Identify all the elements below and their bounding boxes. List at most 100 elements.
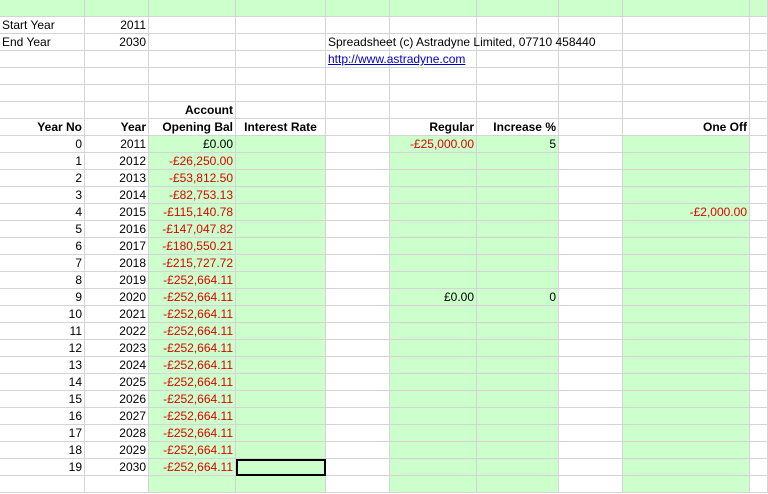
grid-cell[interactable] [0,0,85,17]
grid-cell[interactable] [326,340,390,357]
opening-balance-cell[interactable]: -£180,550.21 [149,238,236,255]
grid-cell[interactable] [236,204,326,221]
grid-cell[interactable] [326,136,390,153]
grid-cell[interactable] [623,0,750,17]
year-cell[interactable]: 2017 [85,238,149,255]
grid-cell[interactable] [477,272,559,289]
grid-cell[interactable] [750,255,768,272]
header-regular[interactable]: Regular [390,119,477,136]
end-year-value[interactable]: 2030 [85,34,149,51]
regular-cell[interactable] [390,187,477,204]
grid-cell[interactable] [236,102,326,119]
grid-cell[interactable] [149,34,236,51]
grid-cell[interactable] [236,323,326,340]
header-interest-rate[interactable]: Interest Rate [236,119,326,136]
grid-cell[interactable] [559,221,623,238]
copyright-text[interactable]: Spreadsheet (c) Astradyne Limited, 07710… [326,34,626,51]
grid-cell[interactable] [326,17,390,34]
grid-cell[interactable] [623,34,750,51]
grid-cell[interactable] [236,34,326,51]
grid-cell[interactable] [477,425,559,442]
grid-cell[interactable] [477,238,559,255]
year-no-cell[interactable]: 13 [0,357,85,374]
grid-cell[interactable] [477,306,559,323]
grid-cell[interactable] [750,340,768,357]
opening-balance-cell[interactable]: -£252,664.11 [149,459,236,476]
grid-cell[interactable] [0,102,85,119]
header-account[interactable]: Account [149,102,236,119]
regular-cell[interactable] [390,272,477,289]
year-no-cell[interactable]: 2 [0,170,85,187]
grid-cell[interactable] [477,357,559,374]
end-year-label[interactable]: End Year [0,34,85,51]
grid-cell[interactable] [85,102,149,119]
grid-cell[interactable] [477,374,559,391]
grid-cell[interactable] [326,170,390,187]
grid-cell[interactable] [623,391,750,408]
grid-cell[interactable] [559,340,623,357]
regular-cell[interactable] [390,204,477,221]
grid-cell[interactable] [750,85,768,102]
grid-cell[interactable] [326,272,390,289]
grid-cell[interactable] [477,153,559,170]
grid-cell[interactable] [623,476,750,493]
regular-cell[interactable] [390,408,477,425]
grid-cell[interactable] [326,442,390,459]
grid-cell[interactable] [85,68,149,85]
opening-balance-cell[interactable]: -£252,664.11 [149,357,236,374]
grid-cell[interactable] [559,459,623,476]
grid-cell[interactable] [623,442,750,459]
year-cell[interactable]: 2026 [85,391,149,408]
grid-cell[interactable] [236,85,326,102]
grid-cell[interactable] [623,408,750,425]
regular-cell[interactable] [390,442,477,459]
grid-cell[interactable] [236,51,326,68]
grid-cell[interactable] [236,187,326,204]
year-cell[interactable]: 2023 [85,340,149,357]
grid-cell[interactable] [750,204,768,221]
regular-cell[interactable] [390,238,477,255]
year-cell[interactable]: 2016 [85,221,149,238]
grid-cell[interactable] [326,204,390,221]
grid-cell[interactable] [236,357,326,374]
year-no-cell[interactable]: 12 [0,340,85,357]
grid-cell[interactable] [477,170,559,187]
grid-cell[interactable] [750,289,768,306]
grid-cell[interactable] [559,255,623,272]
grid-cell[interactable] [477,408,559,425]
opening-balance-cell[interactable]: -£252,664.11 [149,425,236,442]
year-no-cell[interactable]: 3 [0,187,85,204]
grid-cell[interactable] [750,170,768,187]
grid-cell[interactable] [326,374,390,391]
grid-cell[interactable] [559,323,623,340]
grid-cell[interactable] [623,272,750,289]
one-off-cell[interactable]: -£2,000.00 [623,204,750,221]
year-no-cell[interactable]: 1 [0,153,85,170]
grid-cell[interactable] [236,306,326,323]
grid-cell[interactable] [750,425,768,442]
grid-cell[interactable] [477,323,559,340]
grid-cell[interactable] [623,85,750,102]
grid-cell[interactable] [477,255,559,272]
year-no-cell[interactable]: 9 [0,289,85,306]
year-cell[interactable]: 2015 [85,204,149,221]
regular-cell[interactable]: -£25,000.00 [390,136,477,153]
grid-cell[interactable] [623,323,750,340]
grid-cell[interactable] [559,85,623,102]
opening-balance-cell[interactable]: -£252,664.11 [149,323,236,340]
year-cell[interactable]: 2020 [85,289,149,306]
opening-balance-cell[interactable]: -£252,664.11 [149,289,236,306]
year-no-cell[interactable]: 15 [0,391,85,408]
grid-cell[interactable] [390,102,477,119]
grid-cell[interactable] [559,289,623,306]
start-year-label[interactable]: Start Year [0,17,85,34]
grid-cell[interactable] [559,204,623,221]
grid-cell[interactable] [750,306,768,323]
opening-balance-cell[interactable]: -£53,812.50 [149,170,236,187]
grid-cell[interactable] [236,272,326,289]
opening-balance-cell[interactable]: £0.00 [149,136,236,153]
grid-cell[interactable] [623,221,750,238]
year-no-cell[interactable]: 6 [0,238,85,255]
grid-cell[interactable] [559,374,623,391]
year-cell[interactable]: 2019 [85,272,149,289]
